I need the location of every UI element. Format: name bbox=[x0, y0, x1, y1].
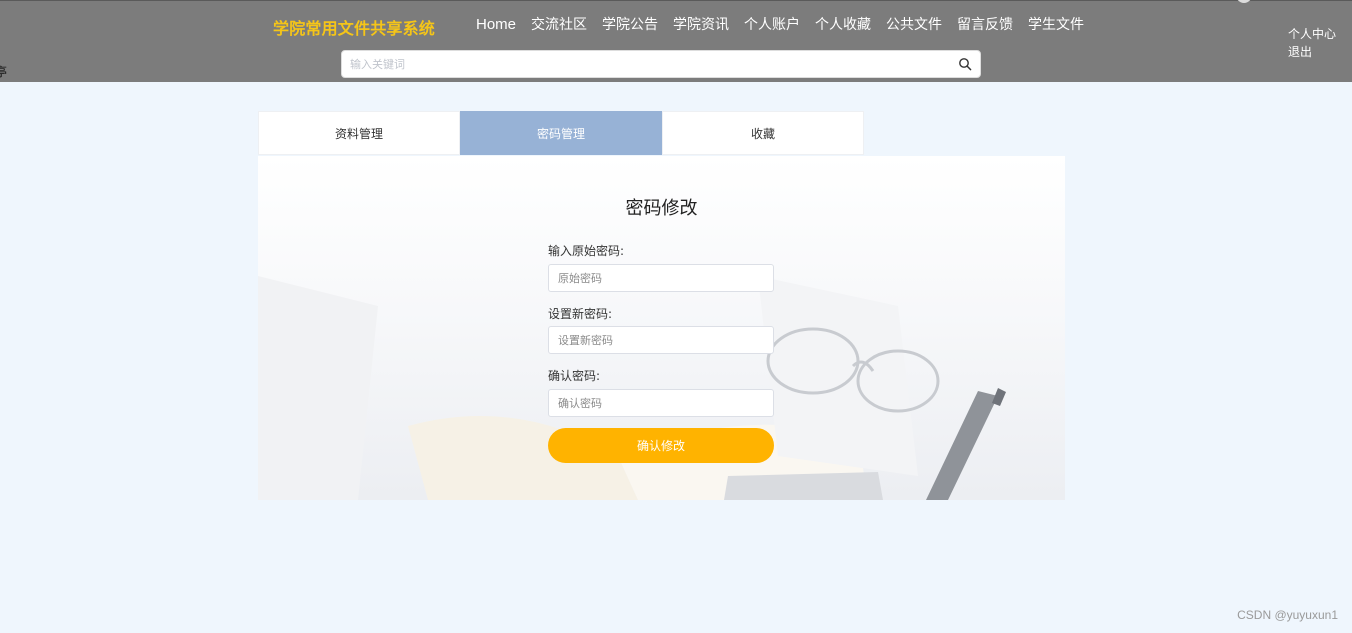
user-menu: 个人中心 退出 bbox=[1288, 25, 1336, 61]
main-nav: Home 交流社区 学院公告 学院资讯 个人账户 个人收藏 公共文件 留言反馈 … bbox=[476, 16, 1099, 34]
nav-item-announcements[interactable]: 学院公告 bbox=[602, 16, 658, 34]
logout-link[interactable]: 退出 bbox=[1288, 43, 1336, 61]
password-form-panel: 密码修改 输入原始密码: 设置新密码: 确认密码: 确认修改 bbox=[258, 156, 1065, 500]
nav-item-home[interactable]: Home bbox=[476, 16, 516, 34]
form-title: 密码修改 bbox=[625, 198, 698, 219]
nav-item-student-files[interactable]: 学生文件 bbox=[1028, 16, 1084, 34]
confirm-password-label: 确认密码: bbox=[548, 369, 601, 383]
search-input[interactable] bbox=[350, 51, 940, 77]
tab-favorites[interactable]: 收藏 bbox=[662, 111, 864, 155]
site-brand[interactable]: 学院常用文件共享系统 bbox=[273, 15, 435, 39]
tab-password-management[interactable]: 密码管理 bbox=[460, 111, 662, 155]
search-icon[interactable] bbox=[958, 57, 972, 71]
nav-item-news[interactable]: 学院资讯 bbox=[673, 16, 729, 34]
nav-item-community[interactable]: 交流社区 bbox=[531, 16, 587, 34]
top-navbar: 亭 学院常用文件共享系统 Home 交流社区 学院公告 学院资讯 个人账户 个人… bbox=[0, 0, 1352, 82]
nav-item-favorites[interactable]: 个人收藏 bbox=[815, 16, 871, 34]
tab-profile-management[interactable]: 资料管理 bbox=[258, 111, 460, 155]
old-password-label: 输入原始密码: bbox=[548, 244, 625, 258]
search-bar bbox=[341, 50, 981, 78]
new-password-input[interactable] bbox=[548, 326, 774, 354]
old-password-input[interactable] bbox=[548, 264, 774, 292]
confirm-change-button[interactable]: 确认修改 bbox=[548, 428, 774, 463]
nav-item-account[interactable]: 个人账户 bbox=[744, 16, 800, 34]
nav-item-public-files[interactable]: 公共文件 bbox=[886, 16, 942, 34]
avatar[interactable] bbox=[1236, 0, 1252, 3]
watermark: CSDN @yuyuxun1 bbox=[1237, 608, 1338, 622]
personal-center-link[interactable]: 个人中心 bbox=[1288, 25, 1336, 43]
edge-text: 亭 bbox=[0, 65, 8, 79]
confirm-password-input[interactable] bbox=[548, 389, 774, 417]
nav-item-feedback[interactable]: 留言反馈 bbox=[957, 16, 1013, 34]
new-password-label: 设置新密码: bbox=[548, 307, 613, 321]
center-tabs: 资料管理 密码管理 收藏 bbox=[258, 111, 864, 155]
